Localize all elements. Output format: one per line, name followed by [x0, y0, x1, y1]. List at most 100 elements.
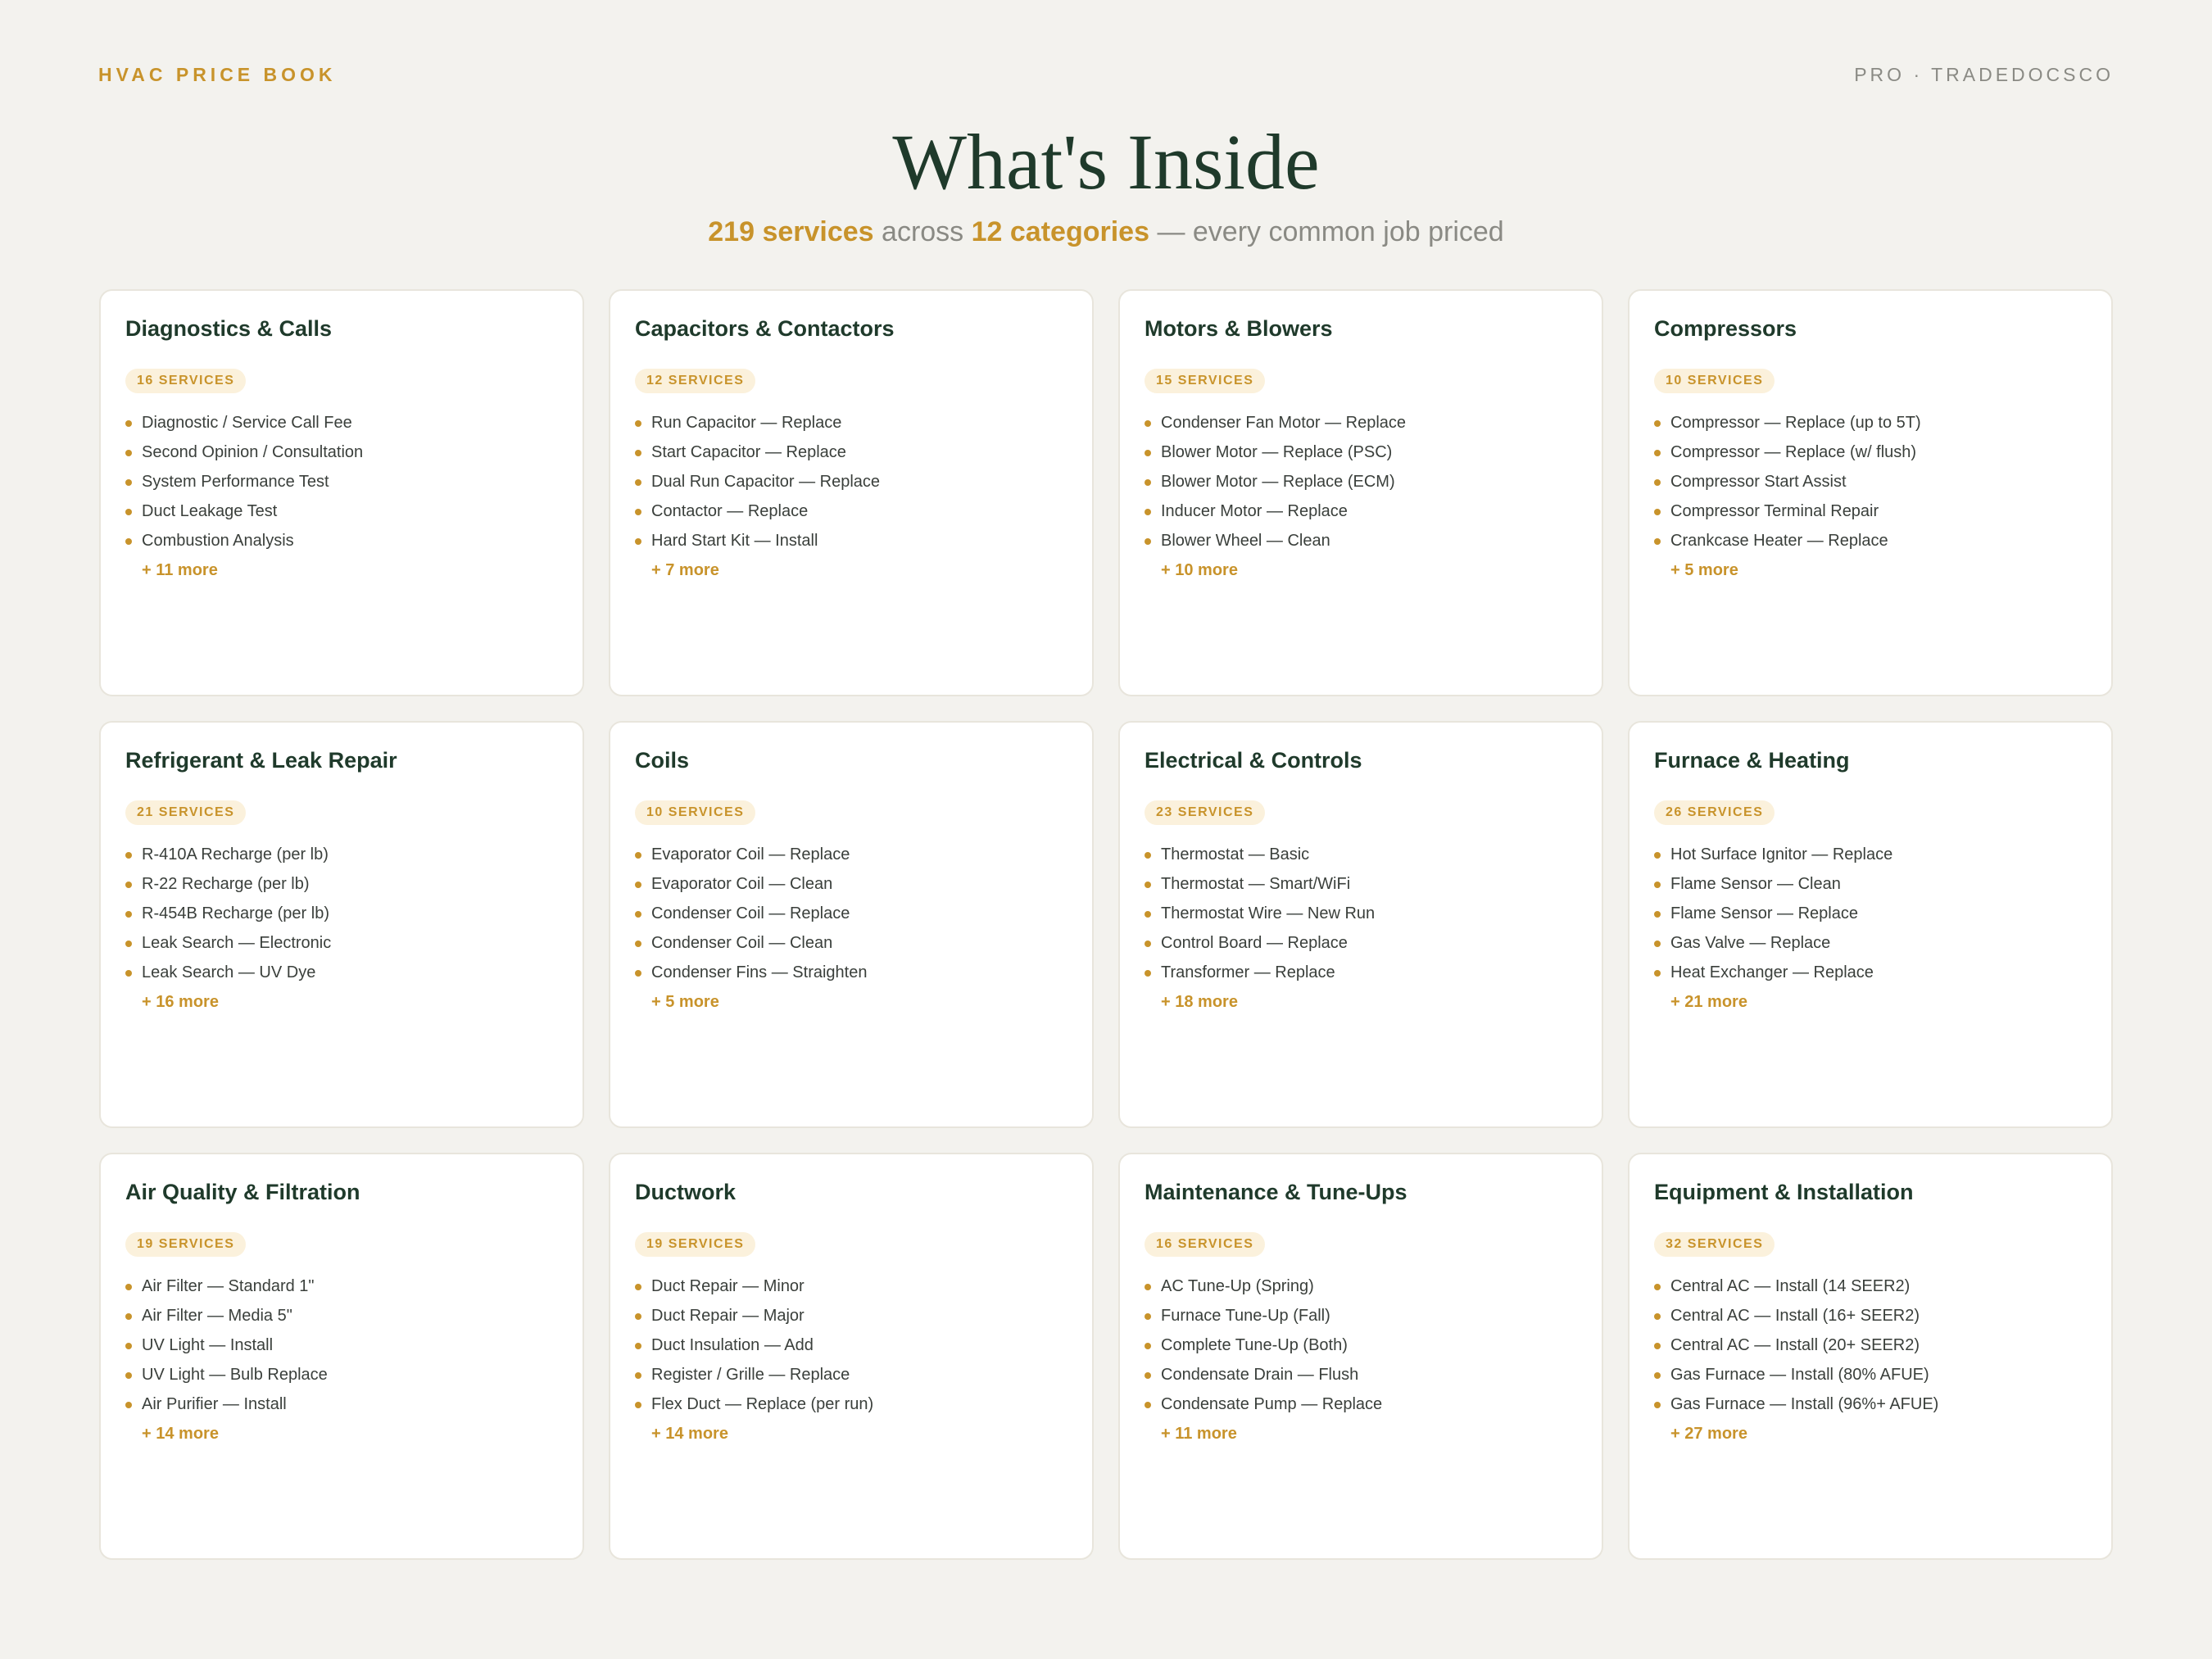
service-item: UV Light — Install	[125, 1330, 558, 1360]
more-services-link[interactable]: + 21 more	[1654, 987, 2087, 1017]
services-count-badge: 23 SERVICES	[1145, 800, 1266, 826]
category-card: Diagnostics & Calls 16 SERVICES Diagnostic…	[99, 289, 584, 696]
more-services-link[interactable]: + 10 more	[1145, 555, 1577, 585]
service-item-label: Condensate Pump — Replace	[1161, 1395, 1383, 1414]
service-item-label: Compressor Terminal Repair	[1670, 502, 1879, 521]
category-title: Furnace & Heating	[1654, 748, 1850, 773]
services-count: 219 services	[708, 216, 874, 247]
service-item: Evaporator Coil — Clean	[635, 869, 1067, 899]
bullet-icon	[125, 911, 132, 918]
category-title: Motors & Blowers	[1145, 316, 1333, 341]
bullet-icon	[635, 1343, 641, 1350]
service-item-label: AC Tune-Up (Spring)	[1161, 1277, 1314, 1296]
service-item: Central AC — Install (16+ SEER2)	[1654, 1301, 2087, 1330]
bullet-icon	[635, 1402, 641, 1409]
bullet-icon	[1654, 941, 1661, 948]
bullet-icon	[1145, 970, 1151, 977]
more-services-link[interactable]: + 7 more	[635, 555, 1067, 585]
more-services-link[interactable]: + 11 more	[125, 555, 558, 585]
category-card: Refrigerant & Leak Repair 21 SERVICES R-41…	[99, 721, 584, 1128]
service-item-label: Condenser Fan Motor — Replace	[1161, 414, 1407, 433]
category-title: Maintenance & Tune-Ups	[1145, 1180, 1407, 1204]
service-item-label: Compressor Start Assist	[1670, 473, 1847, 492]
publisher-label: PRO · TRADEDOCSCO	[1854, 64, 2114, 85]
bullet-icon	[125, 1402, 132, 1409]
service-item-label: Evaporator Coil — Replace	[651, 845, 850, 864]
bullet-icon	[635, 479, 641, 487]
service-item-label: Air Filter — Standard 1"	[142, 1277, 315, 1296]
service-item: Central AC — Install (20+ SEER2)	[1654, 1330, 2087, 1360]
service-list: R-410A Recharge (per lb) R-22 Recharge (p…	[125, 840, 558, 987]
bullet-icon	[1145, 1372, 1151, 1380]
bullet-icon	[1654, 450, 1661, 457]
category-card: Coils 10 SERVICES Evaporator Coil — Replac…	[609, 721, 1094, 1128]
category-card: Motors & Blowers 15 SERVICES Condenser Fan…	[1118, 289, 1603, 696]
more-services-link[interactable]: + 5 more	[635, 987, 1067, 1017]
bullet-icon	[1654, 911, 1661, 918]
more-services-link[interactable]: + 14 more	[635, 1419, 1067, 1448]
service-item: Condenser Fins — Straighten	[635, 958, 1067, 987]
service-list: Diagnostic / Service Call Fee Second Opin…	[125, 408, 558, 555]
service-item-label: Central AC — Install (14 SEER2)	[1670, 1277, 1911, 1296]
service-item-label: Leak Search — Electronic	[142, 934, 332, 953]
more-services-link[interactable]: + 18 more	[1145, 987, 1577, 1017]
category-title: Ductwork	[635, 1180, 737, 1204]
bullet-icon	[1145, 852, 1151, 859]
service-item: Leak Search — Electronic	[125, 928, 558, 958]
services-count-badge: 12 SERVICES	[635, 369, 756, 394]
page-subtitle: 219 services across 12 categories — ever…	[0, 216, 2212, 248]
subtitle-tail: — every common job priced	[1157, 216, 1504, 247]
category-title: Air Quality & Filtration	[125, 1180, 360, 1204]
service-item: Air Filter — Standard 1"	[125, 1271, 558, 1301]
service-item: Flame Sensor — Clean	[1654, 869, 2087, 899]
service-item-label: Gas Valve — Replace	[1670, 934, 1831, 953]
service-item: Condenser Fan Motor — Replace	[1145, 408, 1577, 437]
service-item-label: Condensate Drain — Flush	[1161, 1366, 1359, 1385]
bullet-icon	[125, 852, 132, 859]
service-item-label: Thermostat — Smart/WiFi	[1161, 875, 1351, 894]
service-item: Flex Duct — Replace (per run)	[635, 1389, 1067, 1419]
page-title: What's Inside	[892, 118, 1320, 206]
service-item-label: Leak Search — UV Dye	[142, 963, 316, 982]
service-item: Run Capacitor — Replace	[635, 408, 1067, 437]
service-item: Duct Leakage Test	[125, 496, 558, 526]
service-item-label: Inducer Motor — Replace	[1161, 502, 1348, 521]
service-item: Thermostat Wire — New Run	[1145, 899, 1577, 928]
more-services-link[interactable]: + 16 more	[125, 987, 558, 1017]
service-item-label: Contactor — Replace	[651, 502, 809, 521]
category-card: Compressors 10 SERVICES Compressor — Repla…	[1628, 289, 2113, 696]
bullet-icon	[1654, 479, 1661, 487]
services-count-badge: 15 SERVICES	[1145, 369, 1266, 394]
service-item-label: R-454B Recharge (per lb)	[142, 904, 329, 923]
service-item-label: Flame Sensor — Replace	[1670, 904, 1858, 923]
more-services-link[interactable]: + 27 more	[1654, 1419, 2087, 1448]
service-item-label: Second Opinion / Consultation	[142, 443, 364, 462]
more-services-link[interactable]: + 14 more	[125, 1419, 558, 1448]
service-item-label: Thermostat — Basic	[1161, 845, 1310, 864]
service-item: Crankcase Heater — Replace	[1654, 526, 2087, 555]
service-item-label: UV Light — Install	[142, 1336, 274, 1355]
bullet-icon	[1145, 450, 1151, 457]
service-item: Flame Sensor — Replace	[1654, 899, 2087, 928]
bullet-icon	[1145, 911, 1151, 918]
service-item: Combustion Analysis	[125, 526, 558, 555]
bullet-icon	[1654, 509, 1661, 516]
service-item: Condensate Pump — Replace	[1145, 1389, 1577, 1419]
service-item: Start Capacitor — Replace	[635, 437, 1067, 467]
service-item-label: Flame Sensor — Clean	[1670, 875, 1841, 894]
service-item-label: Duct Repair — Minor	[651, 1277, 805, 1296]
bullet-icon	[125, 970, 132, 977]
category-title: Electrical & Controls	[1145, 748, 1362, 773]
service-list: Air Filter — Standard 1" Air Filter — Med…	[125, 1271, 558, 1419]
bullet-icon	[1145, 1343, 1151, 1350]
bullet-icon	[635, 882, 641, 889]
service-item: Gas Valve — Replace	[1654, 928, 2087, 958]
service-item: Heat Exchanger — Replace	[1654, 958, 2087, 987]
bullet-icon	[125, 420, 132, 428]
service-item-label: Blower Motor — Replace (PSC)	[1161, 443, 1393, 462]
service-item-label: Register / Grille — Replace	[651, 1366, 850, 1385]
subtitle-across: across	[882, 216, 964, 247]
more-services-link[interactable]: + 5 more	[1654, 555, 2087, 585]
more-services-link[interactable]: + 11 more	[1145, 1419, 1577, 1448]
service-item-label: Thermostat Wire — New Run	[1161, 904, 1376, 923]
